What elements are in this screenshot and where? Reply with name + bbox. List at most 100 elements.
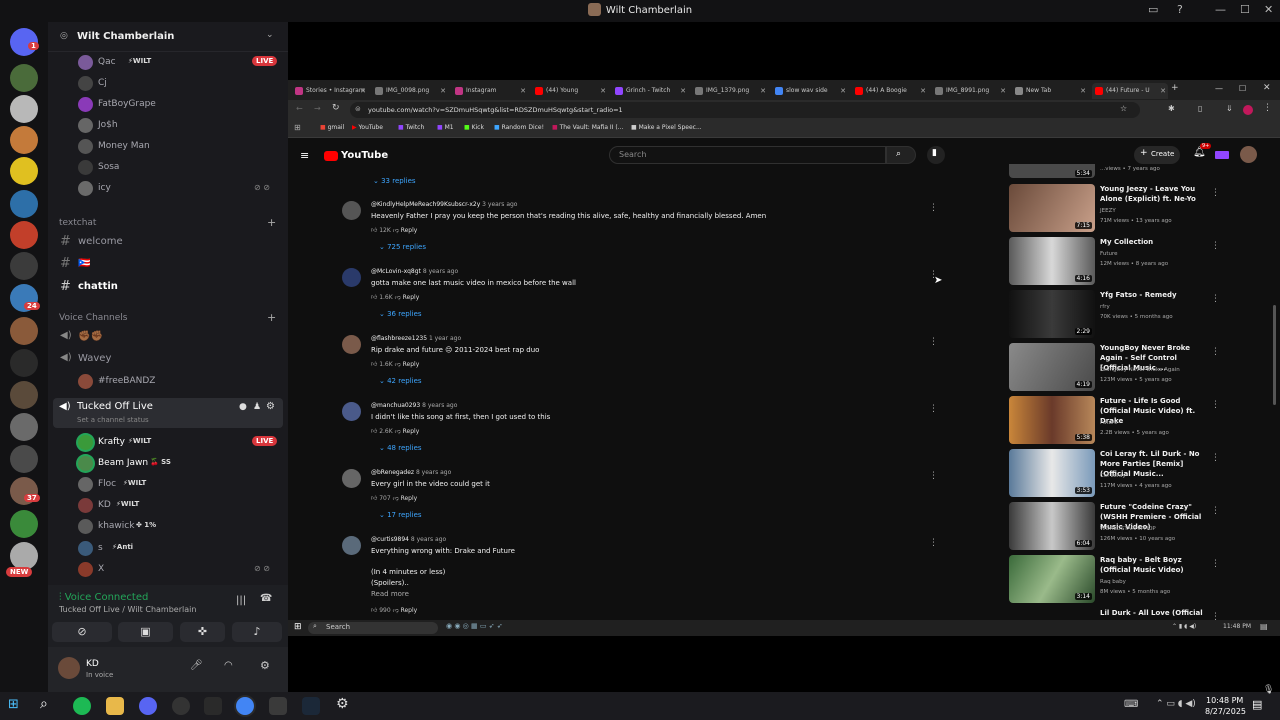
reload-icon[interactable]: ↻ — [332, 103, 340, 113]
video-thumbnail[interactable]: 7:15 — [1009, 184, 1095, 232]
minimize-icon[interactable]: — — [1215, 3, 1226, 16]
chrome-icon[interactable] — [236, 697, 254, 715]
video-channel[interactable]: YoungBoy Never Broke Again — [1100, 367, 1180, 373]
search-button[interactable]: ⌕ — [886, 146, 916, 164]
windows-start-icon[interactable]: ⊞ — [8, 697, 19, 712]
server-icon[interactable] — [10, 126, 38, 154]
voice-user[interactable]: Floc ⚡WILT — [48, 476, 288, 494]
reply-button[interactable]: Reply — [403, 361, 420, 368]
browser-tab[interactable]: IMG_8991.png ✕ — [932, 83, 1008, 99]
like-icon[interactable]: 👍︎ — [371, 227, 377, 234]
discord-icon[interactable] — [139, 697, 157, 715]
activity-button[interactable]: ✜ — [180, 622, 225, 642]
add-member-icon[interactable]: ♟ — [253, 402, 261, 412]
maximize-icon[interactable]: ☐ — [1239, 84, 1246, 93]
replies-toggle[interactable]: ⌄ 33 replies — [373, 177, 416, 185]
close-tab-icon[interactable]: ✕ — [1160, 83, 1166, 99]
video-card[interactable]: Lil Durk - All Love (Official ⋮ — [1009, 608, 1220, 622]
like-icon[interactable]: 👍︎ — [371, 495, 377, 502]
reply-button[interactable]: Reply — [401, 227, 418, 234]
comment-author[interactable]: @McLovin-xq8gt 8 years ago — [371, 268, 458, 275]
help-icon[interactable]: ? — [1177, 3, 1183, 16]
video-card[interactable]: 4:19 YoungBoy Never Broke Again - Self C… — [1009, 343, 1220, 393]
close-tab-icon[interactable]: ✕ — [1080, 83, 1086, 99]
channel-flag[interactable]: # 🇵🇷 — [48, 256, 288, 272]
voice-connected-status[interactable]: ⫶ Voice Connected — [59, 592, 148, 603]
server-header[interactable]: ◎ Wilt Chamberlain ⌄ — [48, 22, 288, 52]
bookmark-pixel-speech[interactable]: ■ Make a Pixel Speec... — [631, 124, 702, 131]
video-title[interactable]: My Collection — [1100, 237, 1205, 247]
video-thumbnail[interactable]: 3:53 — [1009, 449, 1095, 497]
video-channel[interactable]: Future — [1100, 251, 1118, 257]
voice-search-button[interactable]: ▮ — [927, 146, 945, 164]
reply-button[interactable]: Reply — [401, 607, 418, 614]
settings-gear-icon[interactable]: ⚙ — [336, 696, 349, 712]
close-tab-icon[interactable]: ✕ — [840, 83, 846, 99]
video-card[interactable]: 3:14 Raq baby - Belt Boyz (Official Musi… — [1009, 555, 1220, 605]
video-menu-icon[interactable]: ⋮ — [1211, 506, 1220, 516]
bookmark-the-vault[interactable]: ■ The Vault: Mafia II (... — [552, 124, 623, 131]
bookmark-gmail[interactable]: ■ gmail — [320, 124, 344, 131]
url-field[interactable]: ⊜ youtube.com/watch?v=SZDmuHSqwtg&list=R… — [350, 102, 1140, 118]
bookmark-kick[interactable]: ■ Kick — [464, 124, 484, 131]
comment-menu-icon[interactable]: ⋮ — [929, 404, 938, 414]
scrollbar-thumb[interactable] — [1273, 305, 1276, 405]
chevron-down-icon[interactable]: ⌄ — [266, 30, 274, 40]
youtube-logo-text[interactable]: YouTube — [341, 150, 388, 161]
commenter-avatar[interactable] — [342, 268, 361, 287]
video-title[interactable]: Young Jeezy - Leave You Alone (Explicit)… — [1100, 184, 1205, 204]
camera-button[interactable]: ⊘ — [52, 622, 112, 642]
video-title[interactable]: Raq baby - Belt Boyz (Official Music Vid… — [1100, 555, 1205, 575]
hamburger-menu-icon[interactable]: ≡ — [300, 149, 309, 162]
app-icon[interactable]: ◉ ◉ ◎ ▦ ▭ ➶ ➶ — [446, 622, 503, 630]
browser-tab[interactable]: Instagram ✕ — [452, 83, 528, 99]
dislike-icon[interactable]: 👎︎ — [395, 361, 401, 368]
video-menu-icon[interactable]: ⋮ — [1211, 188, 1220, 198]
tray-icons[interactable]: ⌃ ▮ ◖ ◀) — [1172, 623, 1196, 630]
chat-icon[interactable]: ● — [239, 402, 247, 412]
video-title[interactable]: Yfg Fatso - Remedy — [1100, 290, 1205, 300]
server-icon[interactable] — [10, 381, 38, 409]
add-channel-icon[interactable]: + — [267, 311, 276, 324]
video-title[interactable]: Lil Durk - All Love (Official — [1100, 608, 1205, 618]
close-tab-icon[interactable]: ✕ — [760, 83, 766, 99]
minimize-icon[interactable]: — — [1215, 84, 1223, 93]
video-thumbnail[interactable]: 6:04 — [1009, 502, 1095, 550]
obs-icon[interactable] — [172, 697, 190, 715]
voice-user[interactable]: Jo$h — [48, 117, 288, 135]
voice-user[interactable]: FatBoyGrape — [48, 96, 288, 114]
video-card[interactable]: 2:29 Yfg Fatso - Remedy rfry 70K views •… — [1009, 290, 1220, 340]
like-icon[interactable]: 👍︎ — [371, 428, 377, 435]
video-channel[interactable]: Future — [1100, 420, 1118, 426]
category-voice[interactable]: Voice Channels + — [48, 311, 288, 325]
video-card[interactable]: 6:04 Future "Codeine Crazy" (WSHH Premie… — [1009, 502, 1220, 552]
browser-tab[interactable]: IMG_0098.png ✕ — [372, 83, 448, 99]
browser-tab[interactable]: (44) A Boogie ✕ — [852, 83, 928, 99]
server-icon[interactable] — [10, 413, 38, 441]
video-menu-icon[interactable]: ⋮ — [1211, 453, 1220, 463]
voice-user[interactable]: X ⊘ ⊘ — [48, 561, 288, 579]
dislike-icon[interactable]: 👎︎ — [395, 294, 401, 301]
voice-user[interactable]: Beam Jawn 🍒 SS — [48, 455, 288, 473]
close-icon[interactable]: ✕ — [1264, 3, 1273, 16]
avatar[interactable] — [58, 657, 80, 679]
bookmark-m1[interactable]: ■ M1 — [437, 124, 454, 131]
close-tab-icon[interactable]: ✕ — [440, 83, 446, 99]
browser-tab[interactable]: IMG_1379.png ✕ — [692, 83, 768, 99]
noise-suppression-icon[interactable]: ||| — [236, 595, 246, 606]
replies-toggle[interactable]: ⌄ 725 replies — [379, 243, 426, 251]
video-card[interactable]: 5:38 Future - Life Is Good (Official Mus… — [1009, 396, 1220, 446]
browser-tab[interactable]: slow wav side ✕ — [772, 83, 848, 99]
spotify-icon[interactable] — [73, 697, 91, 715]
video-thumbnail[interactable]: 3:14 — [1009, 555, 1095, 603]
youtube-logo-icon[interactable] — [324, 151, 338, 161]
commenter-avatar[interactable] — [342, 201, 361, 220]
comment-menu-icon[interactable]: ⋮ — [929, 538, 938, 548]
video-card[interactable]: 4:16 My Collection Future 12M views • 8 … — [1009, 237, 1220, 287]
voice-user[interactable]: KD ⚡WILT — [48, 497, 288, 515]
site-info-icon[interactable]: ⊜ — [355, 105, 361, 113]
video-menu-icon[interactable]: ⋮ — [1211, 294, 1220, 304]
downloads-icon[interactable]: ⇓ — [1226, 104, 1233, 113]
maximize-icon[interactable]: ☐ — [1240, 3, 1250, 16]
voice-user[interactable]: Cj — [48, 75, 288, 93]
